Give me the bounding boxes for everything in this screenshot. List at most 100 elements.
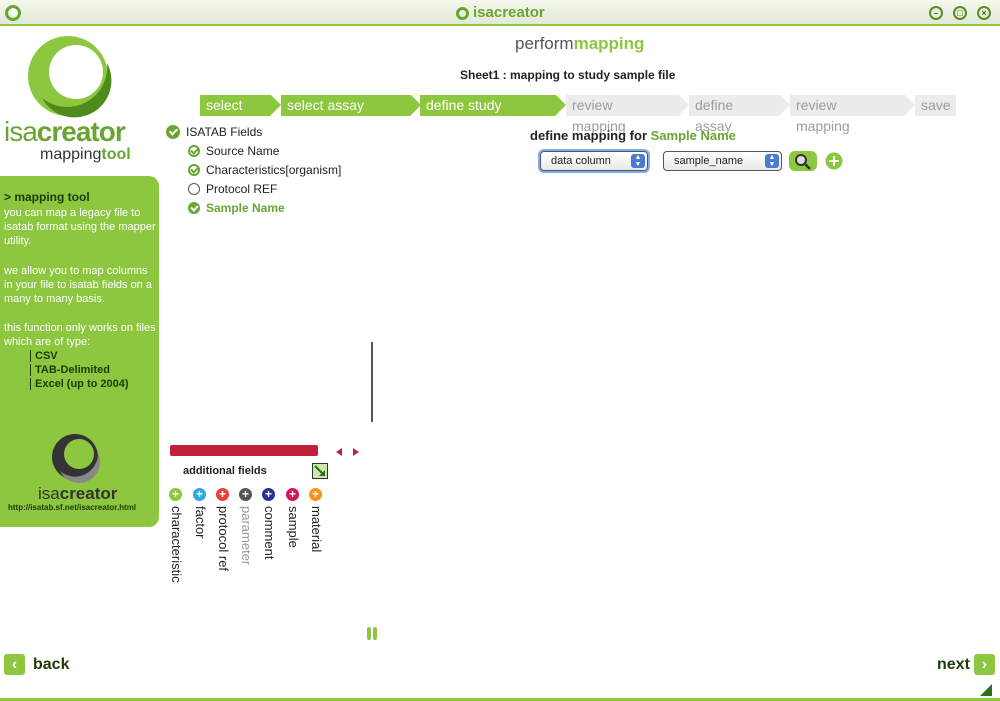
scroll-left-icon[interactable] bbox=[336, 448, 342, 456]
plus-icon: + bbox=[286, 488, 299, 501]
add-comment-button[interactable]: + comment bbox=[262, 488, 282, 559]
step-review-mapping-1[interactable]: review mapping bbox=[566, 95, 689, 134]
expand-arrow-icon[interactable] bbox=[312, 463, 328, 479]
plus-icon: + bbox=[216, 488, 229, 501]
window-title-text: isacreator bbox=[473, 4, 545, 21]
logo-wordmark: isacreator bbox=[4, 116, 126, 148]
window-title: isacreator bbox=[456, 4, 545, 21]
checked-icon bbox=[188, 164, 200, 176]
back-button[interactable]: ‹ back bbox=[4, 654, 69, 675]
scroll-right-icon[interactable] bbox=[353, 448, 359, 456]
field-label: characteristic bbox=[169, 506, 184, 583]
tree-item-characteristics[interactable]: Characteristics[organism] bbox=[188, 163, 341, 177]
checked-icon bbox=[166, 125, 180, 139]
sidebar-paragraph-1: you can map a legacy file to isatab form… bbox=[4, 207, 156, 247]
add-parameter-button[interactable]: + parameter bbox=[239, 488, 259, 565]
sidebar-paragraph-3: this function only works on files which … bbox=[4, 322, 156, 348]
mapping-heading-text: define mapping for bbox=[530, 128, 647, 143]
field-label: factor bbox=[193, 506, 208, 539]
project-url[interactable]: http://isatab.sf.net/isacreator.html bbox=[8, 503, 136, 512]
sidebar-title: > mapping tool bbox=[4, 190, 90, 204]
minimize-button[interactable]: – bbox=[929, 6, 943, 20]
page-title-mapping: mapping bbox=[573, 34, 645, 53]
logo-sub-mapping: mapping bbox=[40, 146, 102, 163]
tree-item-protocol-ref[interactable]: Protocol REF bbox=[188, 182, 277, 196]
mapping-heading: define mapping for Sample Name bbox=[530, 128, 736, 143]
title-logo-icon bbox=[456, 7, 469, 20]
field-label: material bbox=[309, 506, 324, 553]
small-logo-isa: isa bbox=[38, 484, 60, 503]
page-title-perform: perform bbox=[515, 34, 574, 53]
mapping-field-name: Sample Name bbox=[650, 128, 736, 143]
panel-splitter[interactable] bbox=[371, 342, 373, 422]
add-sample-button[interactable]: + sample bbox=[286, 488, 306, 548]
fields-scroll-bar[interactable] bbox=[170, 445, 318, 456]
chevron-right-icon: › bbox=[973, 654, 995, 675]
page-subtitle: Sheet1 : mapping to study sample file bbox=[460, 68, 676, 82]
resize-grip-icon[interactable] bbox=[980, 684, 992, 696]
unchecked-icon bbox=[188, 183, 200, 195]
logo-word-creator: creator bbox=[36, 116, 126, 147]
restore-button[interactable]: □ bbox=[953, 6, 967, 20]
small-logo-wordmark: isacreator bbox=[38, 484, 117, 504]
logo-word-isa: isa bbox=[4, 116, 38, 147]
small-logo-creator: creator bbox=[59, 484, 118, 503]
field-label: comment bbox=[262, 506, 277, 560]
checked-icon bbox=[188, 145, 200, 157]
tree-root-label: ISATAB Fields bbox=[186, 125, 263, 139]
sidebar-paragraph-2: we allow you to map columns in your file… bbox=[4, 265, 152, 305]
file-type-excel: Excel (up to 2004) bbox=[30, 378, 129, 390]
tree-item-sample-name[interactable]: Sample Name bbox=[188, 201, 285, 215]
mapping-type-value: data column bbox=[551, 155, 611, 167]
page-title: performmapping bbox=[515, 34, 644, 54]
tree-item-label: Source Name bbox=[206, 144, 280, 158]
back-label: back bbox=[33, 655, 70, 673]
add-characteristic-button[interactable]: + characteristic bbox=[169, 488, 189, 583]
plus-icon: + bbox=[193, 488, 206, 501]
step-save[interactable]: save bbox=[915, 95, 956, 116]
field-label: parameter bbox=[239, 506, 254, 566]
additional-fields-label: additional fields bbox=[183, 465, 267, 477]
plus-icon: + bbox=[262, 488, 275, 501]
isacreator-mapping-logo: isacreator mappingtool bbox=[2, 28, 152, 168]
tree-root[interactable]: ISATAB Fields bbox=[166, 125, 262, 139]
logo-subtitle: mappingtool bbox=[40, 146, 131, 164]
add-mapping-button[interactable] bbox=[825, 152, 843, 170]
file-type-tab: TAB-Delimited bbox=[30, 364, 110, 376]
help-sidebar: > mapping tool you can map a legacy file… bbox=[0, 176, 159, 527]
column-select[interactable]: sample_name ▲ ▼ bbox=[663, 151, 782, 171]
step-define-study-sample[interactable]: define study sample bbox=[420, 95, 566, 134]
step-select-assay-types[interactable]: select assay type(s) bbox=[281, 95, 421, 134]
file-type-csv: CSV bbox=[30, 350, 58, 362]
next-label: next bbox=[937, 655, 970, 673]
step-define-assay[interactable]: define assay bbox=[689, 95, 790, 134]
small-logo-icon bbox=[52, 434, 101, 484]
next-button[interactable]: next › bbox=[937, 654, 995, 675]
step-review-mapping-2[interactable]: review mapping bbox=[790, 95, 915, 134]
chevron-updown-icon: ▲ ▼ bbox=[631, 154, 645, 168]
plus-icon: + bbox=[309, 488, 322, 501]
add-material-button[interactable]: + material bbox=[309, 488, 329, 552]
app-logo-icon bbox=[5, 5, 21, 21]
field-label: sample bbox=[286, 506, 301, 548]
step-select-file[interactable]: select file bbox=[200, 95, 281, 134]
add-protocol-ref-button[interactable]: + protocol ref bbox=[216, 488, 236, 571]
field-label: protocol ref bbox=[216, 506, 231, 572]
tree-item-label: Characteristics[organism] bbox=[206, 163, 342, 177]
chevron-left-icon: ‹ bbox=[4, 654, 25, 675]
chevron-updown-icon: ▲ ▼ bbox=[765, 154, 779, 168]
pause-icon[interactable] bbox=[367, 627, 377, 640]
mapping-type-select[interactable]: data column ▲ ▼ bbox=[540, 151, 648, 171]
close-button[interactable]: × bbox=[977, 6, 991, 20]
plus-icon: + bbox=[239, 488, 252, 501]
checked-icon bbox=[188, 202, 200, 214]
tree-item-label: Protocol REF bbox=[206, 182, 278, 196]
plus-icon: + bbox=[169, 488, 182, 501]
preview-search-button[interactable] bbox=[789, 151, 817, 171]
column-select-value: sample_name bbox=[674, 155, 744, 167]
title-bar: isacreator – □ × bbox=[0, 0, 1000, 26]
tree-item-label: Sample Name bbox=[206, 201, 285, 215]
logo-sub-tool: tool bbox=[101, 146, 131, 163]
add-factor-button[interactable]: + factor bbox=[193, 488, 213, 539]
tree-item-source-name[interactable]: Source Name bbox=[188, 144, 279, 158]
